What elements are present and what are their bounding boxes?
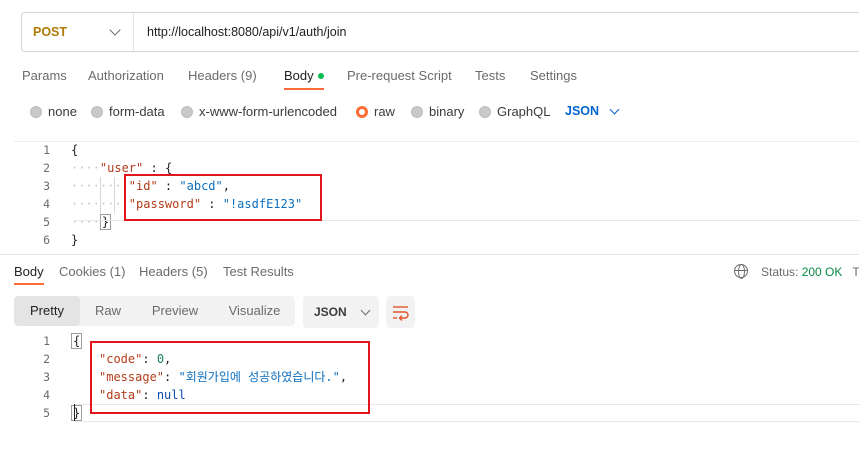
radio-circle (30, 105, 42, 118)
tab-headers[interactable]: Headers (9) (188, 68, 257, 86)
editor-line-divider (75, 421, 859, 422)
radio-binary-label: binary (429, 104, 465, 119)
status-value: 200 OK (801, 265, 843, 279)
code-token: } (71, 233, 79, 247)
radio-circle-selected (356, 105, 368, 118)
tab-params[interactable]: Params (22, 68, 67, 86)
line-number: 2 (43, 352, 50, 366)
request-code-line-5[interactable]: ····} (71, 213, 112, 231)
method-label: POST (33, 25, 68, 39)
radio-graphql-label: GraphQL (497, 104, 551, 119)
whitespace-dots: ········ (71, 179, 129, 193)
status-trailing: T (852, 265, 859, 279)
radio-none-label: none (48, 104, 77, 119)
response-tab-headers[interactable]: Headers (5) (139, 264, 208, 279)
chevron-down-icon (360, 305, 371, 315)
tab-pre-request-script[interactable]: Pre-request Script (347, 68, 452, 86)
line-number: 4 (43, 388, 50, 402)
radio-binary[interactable]: binary (411, 104, 464, 119)
tab-settings[interactable]: Settings (530, 68, 577, 86)
whitespace-dots: ···· (71, 215, 100, 229)
line-number: 1 (43, 143, 50, 157)
code-token: : { (143, 161, 173, 175)
url-input[interactable]: http://localhost:8080/api/v1/auth/join (134, 25, 346, 39)
radio-form-data-label: form-data (109, 104, 165, 119)
wrap-lines-button[interactable] (386, 296, 415, 328)
code-token: } (99, 214, 112, 230)
line-number: 1 (43, 334, 50, 348)
response-format-select[interactable]: JSON (303, 296, 379, 328)
radio-circle (479, 105, 491, 118)
radio-raw[interactable]: raw (356, 104, 395, 119)
request-highlight-box (124, 174, 322, 221)
view-mode-pretty[interactable]: Pretty (14, 296, 80, 326)
whitespace-dots: ···· (71, 161, 100, 175)
code-token: { (71, 333, 83, 349)
radio-graphql[interactable]: GraphQL (479, 104, 550, 119)
text-cursor (74, 404, 75, 421)
section-divider (0, 254, 859, 255)
line-number: 4 (43, 197, 50, 211)
chevron-down-icon (609, 104, 620, 114)
response-code-line-1[interactable]: { (71, 332, 83, 350)
active-tab-underline (284, 88, 324, 90)
response-tab-headers-label: Headers (139, 264, 189, 279)
tab-body[interactable]: Body (284, 68, 324, 86)
view-mode-raw[interactable]: Raw (80, 296, 136, 326)
raw-format-label: JSON (565, 104, 600, 118)
request-code-line-1[interactable]: { (71, 141, 78, 159)
radio-circle (91, 105, 103, 118)
response-code-line-5[interactable]: } (71, 404, 83, 422)
response-highlight-box (90, 341, 370, 414)
response-tab-test-results[interactable]: Test Results (223, 264, 294, 279)
radio-none[interactable]: none (30, 104, 77, 119)
view-mode-preview[interactable]: Preview (136, 296, 214, 326)
tab-body-label: Body (284, 68, 314, 83)
request-url-bar: POST http://localhost:8080/api/v1/auth/j… (21, 12, 859, 52)
chevron-down-icon (109, 24, 121, 36)
radio-form-data[interactable]: form-data (91, 104, 165, 119)
code-token: "user" (99, 161, 144, 175)
response-status[interactable]: Status: 200 OK T (761, 265, 859, 279)
response-tab-cookies[interactable]: Cookies (1) (59, 264, 125, 279)
wrap-lines-icon (393, 306, 409, 321)
response-tab-body[interactable]: Body (14, 264, 44, 279)
tab-headers-label: Headers (188, 68, 238, 83)
status-label: Status: (761, 265, 799, 279)
line-number: 6 (43, 233, 50, 247)
body-indicator-dot (317, 72, 324, 79)
line-number: 3 (43, 179, 50, 193)
response-format-label: JSON (314, 305, 347, 319)
view-mode-visualize[interactable]: Visualize (214, 296, 295, 326)
tab-headers-count: (9) (240, 68, 257, 83)
radio-x-www-form-urlencoded[interactable]: x-www-form-urlencoded (181, 104, 337, 119)
response-tab-cookies-label: Cookies (59, 264, 106, 279)
tab-tests[interactable]: Tests (475, 68, 505, 86)
line-number: 3 (43, 370, 50, 384)
response-view-mode: Pretty Raw Preview Visualize (14, 296, 295, 326)
globe-icon[interactable] (734, 264, 748, 279)
code-token: { (71, 143, 79, 157)
editor-divider (14, 141, 859, 142)
line-number: 5 (43, 215, 50, 229)
request-code-line-6[interactable]: } (71, 231, 78, 249)
radio-urlencoded-label: x-www-form-urlencoded (199, 104, 337, 119)
line-number: 5 (43, 406, 50, 420)
method-select[interactable]: POST (22, 13, 134, 51)
line-number: 2 (43, 161, 50, 175)
tab-authorization[interactable]: Authorization (88, 68, 164, 86)
radio-circle (411, 105, 423, 118)
radio-circle (181, 105, 193, 118)
whitespace-dots: ········ (71, 197, 129, 211)
response-tab-cookies-count: (1) (109, 264, 126, 279)
active-response-tab-underline (14, 283, 44, 285)
radio-raw-label: raw (374, 104, 395, 119)
response-tab-headers-count: (5) (191, 264, 208, 279)
code-token: } (71, 405, 83, 421)
raw-format-select[interactable]: JSON (565, 104, 620, 118)
